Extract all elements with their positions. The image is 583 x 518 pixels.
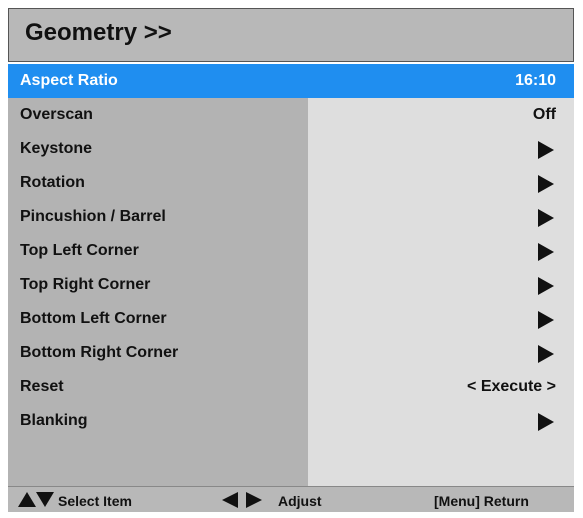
menu-item-label: Pincushion / Barrel <box>20 208 166 225</box>
menu-item-value: Off <box>532 106 556 123</box>
menu-item-label: Bottom Right Corner <box>20 344 179 361</box>
menu-item-top-right-corner[interactable]: Top Right Corner <box>8 268 574 302</box>
menu-return-hint: [Menu] Return <box>434 493 529 509</box>
menu-item-label: Top Left Corner <box>20 242 139 259</box>
menu-item-bottom-right-corner[interactable]: Bottom Right Corner <box>8 336 574 370</box>
adjust-hint: Adjust <box>278 493 322 509</box>
menu-item-top-left-corner[interactable]: Top Left Corner <box>8 234 574 268</box>
geometry-menu: Aspect Ratio 16:10 Overscan Off Keystone… <box>8 64 574 486</box>
page-title: Geometry >> <box>25 19 172 46</box>
menu-item-bottom-left-corner[interactable]: Bottom Left Corner <box>8 302 574 336</box>
up-arrow-icon <box>18 492 36 507</box>
menu-item-label: Overscan <box>20 106 93 123</box>
submenu-arrow-icon <box>538 243 554 261</box>
menu-item-reset[interactable]: Reset < Execute > <box>8 370 574 404</box>
select-item-hint: Select Item <box>58 493 132 509</box>
right-arrow-icon <box>246 492 262 508</box>
submenu-arrow-icon <box>538 175 554 193</box>
left-arrow-icon <box>222 492 238 508</box>
menu-item-label: Top Right Corner <box>20 276 151 293</box>
help-bar: Select Item Adjust [Menu] Return <box>8 486 574 512</box>
menu-item-value: < Execute > <box>467 378 556 395</box>
submenu-arrow-icon <box>538 413 554 431</box>
menu-item-label: Reset <box>20 378 64 395</box>
menu-item-rotation[interactable]: Rotation <box>8 166 574 200</box>
down-arrow-icon <box>36 492 54 507</box>
menu-item-pincushion-barrel[interactable]: Pincushion / Barrel <box>8 200 574 234</box>
menu-item-keystone[interactable]: Keystone <box>8 132 574 166</box>
submenu-arrow-icon <box>538 345 554 363</box>
menu-item-label: Blanking <box>20 412 88 429</box>
menu-item-label: Rotation <box>20 174 85 191</box>
submenu-arrow-icon <box>538 311 554 329</box>
menu-item-value: 16:10 <box>515 72 556 89</box>
menu-item-aspect-ratio[interactable]: Aspect Ratio 16:10 <box>8 64 574 98</box>
menu-item-label: Bottom Left Corner <box>20 310 167 327</box>
menu-item-label: Keystone <box>20 140 93 157</box>
menu-item-label: Aspect Ratio <box>20 72 118 89</box>
title-bar: Geometry >> <box>8 8 574 62</box>
submenu-arrow-icon <box>538 209 554 227</box>
menu-item-overscan[interactable]: Overscan Off <box>8 98 574 132</box>
menu-item-blanking[interactable]: Blanking <box>8 404 574 438</box>
submenu-arrow-icon <box>538 141 554 159</box>
submenu-arrow-icon <box>538 277 554 295</box>
